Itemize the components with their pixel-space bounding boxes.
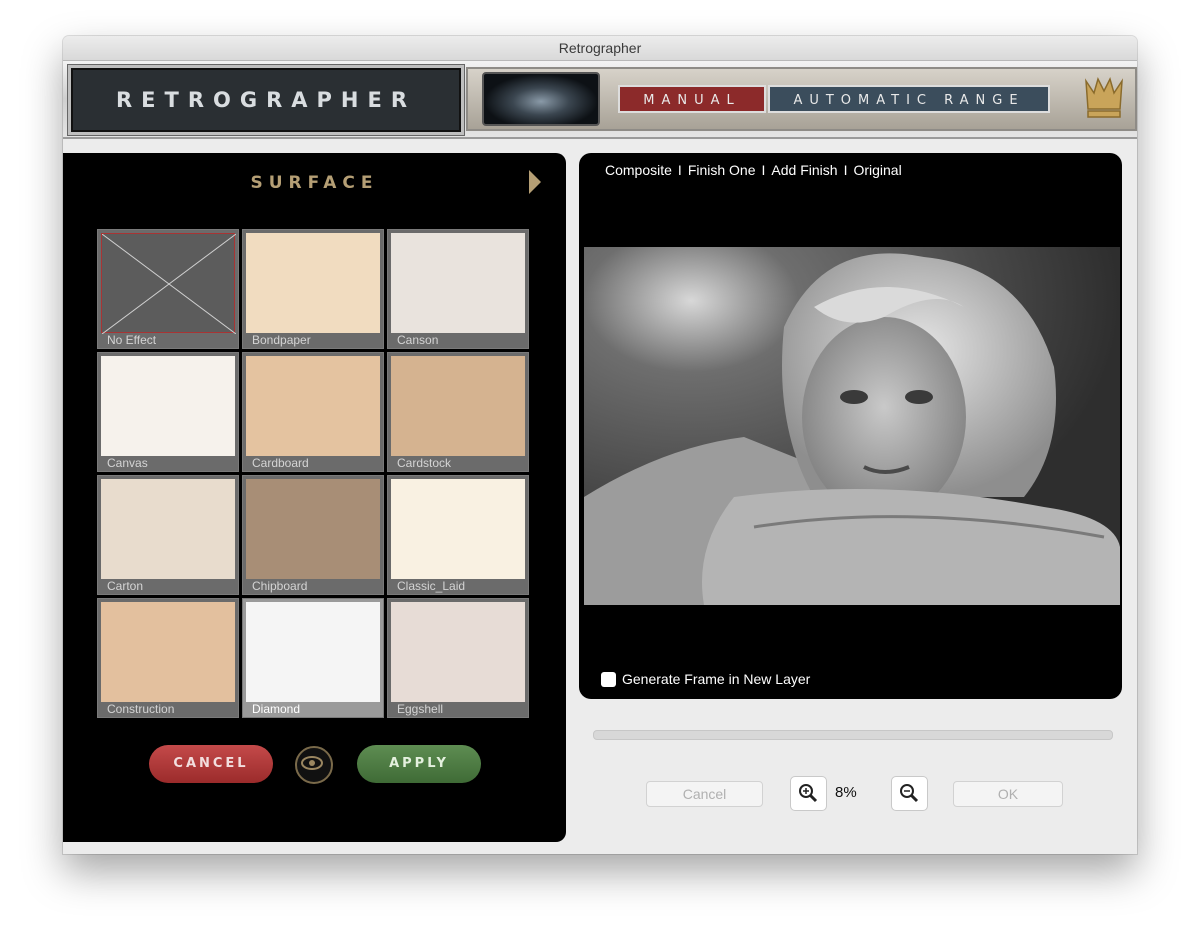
texture-swatch <box>391 602 525 702</box>
tab-manual[interactable]: MANUAL <box>618 85 766 113</box>
surface-panel: SURFACE No Effect Bondpaper Canson Canvas Ca… <box>63 153 566 842</box>
surface-tile[interactable]: Cardstock <box>387 352 529 472</box>
camera-lens-icon <box>482 72 600 126</box>
surface-tile[interactable]: Chipboard <box>242 475 384 595</box>
link-composite[interactable]: Composite <box>605 162 672 178</box>
surface-tile[interactable]: Cardboard <box>242 352 384 472</box>
link-separator: I <box>761 162 766 178</box>
progress-bar <box>593 730 1113 740</box>
link-original[interactable]: Original <box>853 162 901 178</box>
eye-icon <box>301 756 323 770</box>
surface-tile[interactable]: Eggshell <box>387 598 529 718</box>
zoom-out-icon <box>900 784 919 803</box>
logo-text: RETROGRAPHER <box>115 88 416 112</box>
surface-tile[interactable]: Canvas <box>97 352 239 472</box>
surface-title: SURFACE <box>250 173 379 193</box>
link-separator: I <box>677 162 682 178</box>
crown-icon <box>1085 76 1123 118</box>
header-band: RETROGRAPHER MANUAL AUTOMATIC RANGE <box>63 61 1137 139</box>
texture-swatch <box>246 356 380 456</box>
texture-swatch <box>391 479 525 579</box>
app-window: Retrographer RETROGRAPHER MANUAL AUTOMAT… <box>63 36 1137 854</box>
view-links: Composite I Finish One I Add Finish I Original <box>605 162 902 178</box>
preview-photo <box>584 247 1120 605</box>
link-finish-one[interactable]: Finish One <box>688 162 756 178</box>
cancel-button[interactable]: CANCEL <box>149 745 273 783</box>
zoom-in-icon <box>799 784 818 803</box>
preview-panel: Composite I Finish One I Add Finish I Original <box>579 153 1122 699</box>
preview-eye-button[interactable] <box>295 746 333 784</box>
surface-tile-label: Canson <box>397 333 439 347</box>
surface-tile-label: Bondpaper <box>252 333 311 347</box>
tab-automatic-range[interactable]: AUTOMATIC RANGE <box>768 85 1050 113</box>
surface-tile[interactable]: Carton <box>97 475 239 595</box>
cross-icon <box>102 234 236 334</box>
mode-bar: MANUAL AUTOMATIC RANGE <box>466 67 1137 131</box>
surface-tile-label: Canvas <box>107 456 148 470</box>
surface-tile[interactable]: Classic_Laid <box>387 475 529 595</box>
ok-button[interactable]: OK <box>953 781 1063 807</box>
logo-plate: RETROGRAPHER <box>68 65 464 135</box>
surface-tile-label: No Effect <box>107 333 157 347</box>
next-arrow-icon[interactable] <box>529 170 541 194</box>
texture-swatch <box>391 233 525 333</box>
generate-frame-option[interactable]: Generate Frame in New Layer <box>601 671 810 687</box>
texture-swatch <box>246 233 380 333</box>
texture-swatch <box>101 356 235 456</box>
texture-swatch <box>246 602 380 702</box>
surface-tile-label: Eggshell <box>397 702 444 716</box>
cancel-dialog-button[interactable]: Cancel <box>646 781 763 807</box>
surface-tile[interactable]: Canson <box>387 229 529 349</box>
surface-tile-label: Carton <box>107 579 144 593</box>
window-title: Retrographer <box>63 36 1137 61</box>
link-add-finish[interactable]: Add Finish <box>771 162 837 178</box>
surface-grid: No Effect Bondpaper Canson Canvas Cardboard C… <box>97 229 533 719</box>
texture-swatch <box>391 356 525 456</box>
texture-swatch <box>101 479 235 579</box>
apply-button[interactable]: APPLY <box>357 745 481 783</box>
generate-frame-label: Generate Frame in New Layer <box>622 671 811 687</box>
generate-frame-checkbox[interactable] <box>601 672 616 687</box>
surface-tile[interactable]: Bondpaper <box>242 229 384 349</box>
surface-tile[interactable]: No Effect <box>97 229 239 349</box>
surface-tile-label: Chipboard <box>252 579 308 593</box>
surface-tile-label: Cardboard <box>252 456 309 470</box>
surface-tile-label: Diamond <box>252 702 301 716</box>
zoom-out-button[interactable] <box>891 776 928 811</box>
surface-tile-label: Construction <box>107 702 175 716</box>
zoom-in-button[interactable] <box>790 776 827 811</box>
surface-tile[interactable]: Construction <box>97 598 239 718</box>
zoom-level: 8% <box>835 784 857 801</box>
link-separator: I <box>843 162 848 178</box>
surface-tile-label: Classic_Laid <box>397 579 466 593</box>
surface-tile-label: Cardstock <box>397 456 452 470</box>
surface-tile[interactable]: Diamond <box>242 598 384 718</box>
no-effect-swatch <box>101 233 236 334</box>
texture-swatch <box>101 602 235 702</box>
texture-swatch <box>246 479 380 579</box>
